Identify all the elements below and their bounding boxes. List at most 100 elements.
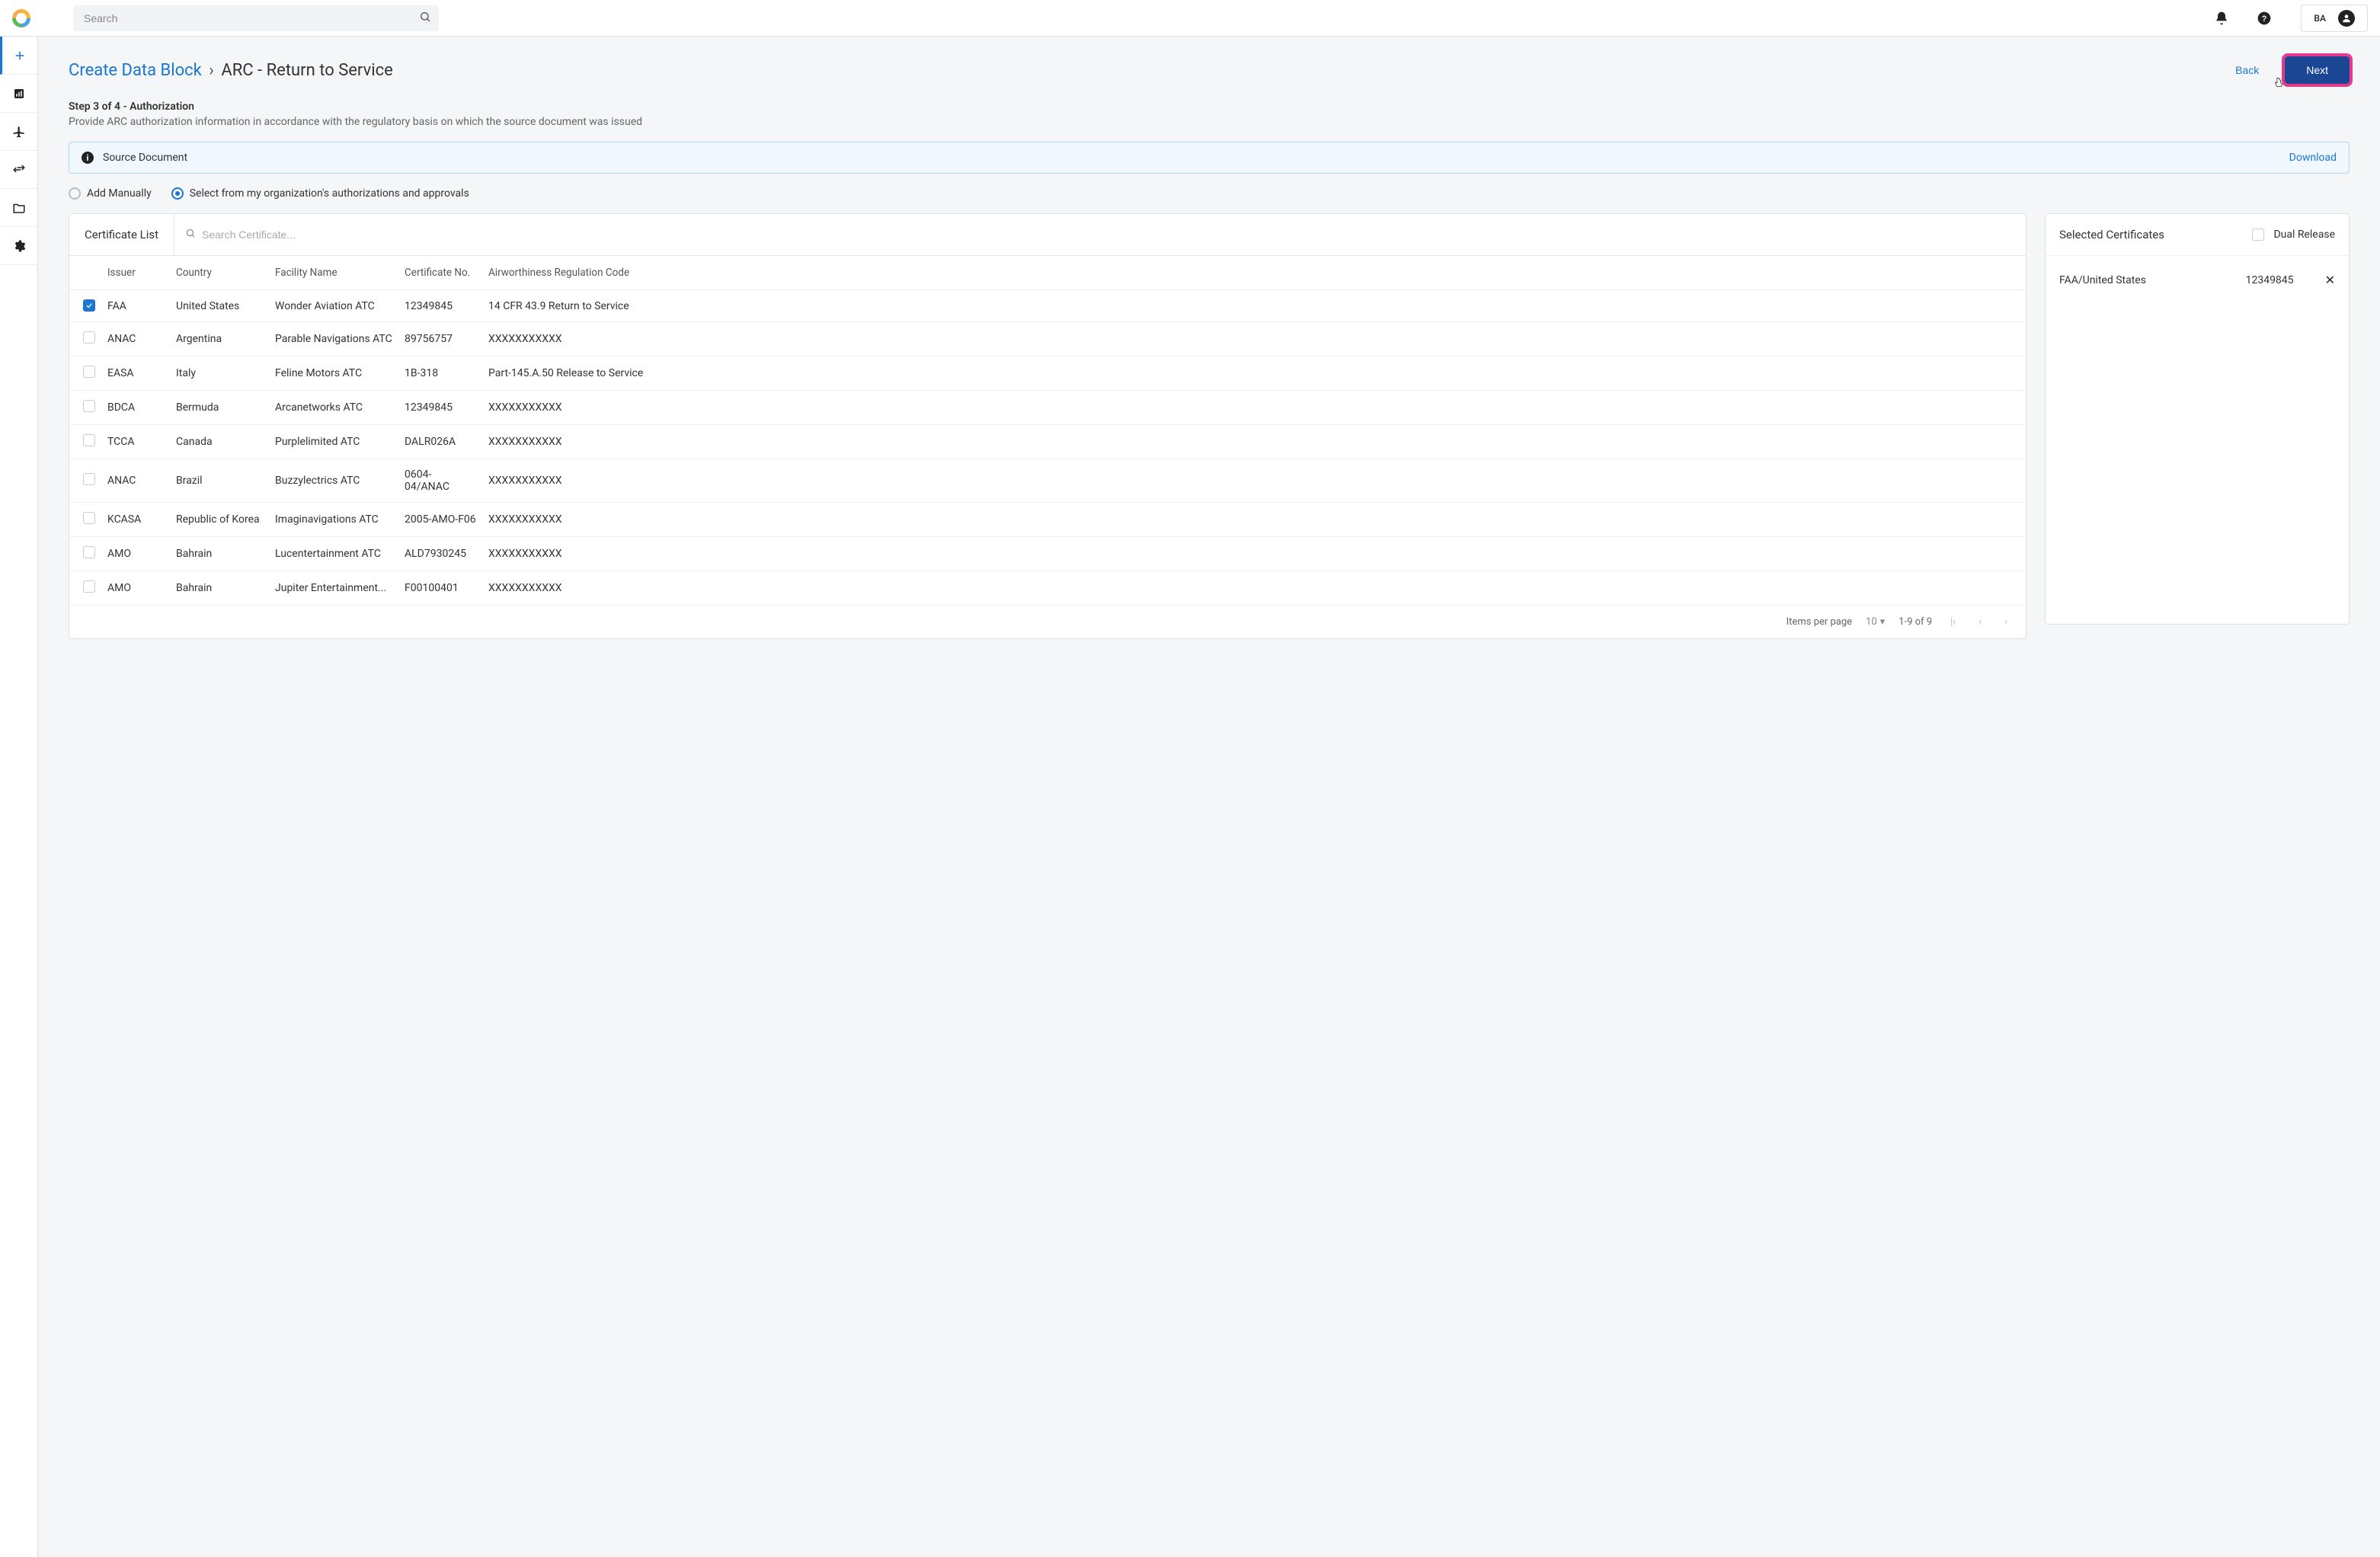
cell-facility: Wonder Aviation ATC bbox=[269, 290, 398, 322]
cell-issuer: AMO bbox=[101, 571, 170, 606]
first-page-button[interactable]: |‹ bbox=[1946, 615, 1960, 629]
certificate-list-panel: Certificate List Issuer bbox=[69, 213, 2027, 639]
breadcrumb-separator: › bbox=[209, 61, 214, 80]
main-content: Create Data Block › ARC - Return to Serv… bbox=[38, 37, 2380, 1557]
global-search bbox=[73, 5, 439, 31]
items-per-page-select[interactable]: 10 ▾ bbox=[1866, 616, 1885, 628]
info-icon: i bbox=[82, 152, 94, 164]
user-initials: BA bbox=[2314, 13, 2326, 24]
cell-facility: Buzzylectrics ATC bbox=[269, 459, 398, 503]
table-row[interactable]: BDCABermudaArcanetworks ATC12349845XXXXX… bbox=[69, 391, 2026, 425]
sidenav-item-transfer[interactable] bbox=[0, 151, 37, 189]
radio-select-from-org[interactable]: Select from my organization's authorizat… bbox=[171, 187, 469, 200]
cell-country: Bahrain bbox=[170, 571, 269, 606]
radio-add-manually[interactable]: Add Manually bbox=[69, 187, 152, 200]
cell-cert-no: 1B-318 bbox=[398, 356, 482, 391]
items-per-page-label: Items per page bbox=[1787, 616, 1852, 628]
cell-cert-no: DALR026A bbox=[398, 425, 482, 459]
sidenav bbox=[0, 37, 38, 1557]
help-icon[interactable]: ? bbox=[2257, 11, 2272, 26]
topbar: ? BA bbox=[0, 0, 2380, 37]
back-button[interactable]: Back bbox=[2225, 56, 2270, 84]
cell-arc: XXXXXXXXXXX bbox=[482, 537, 2026, 571]
certificate-search-input[interactable] bbox=[202, 229, 2015, 241]
cell-country: Brazil bbox=[170, 459, 269, 503]
cell-country: Canada bbox=[170, 425, 269, 459]
table-row[interactable]: FAAUnited StatesWonder Aviation ATC12349… bbox=[69, 290, 2026, 322]
cell-facility: Imaginavigations ATC bbox=[269, 503, 398, 537]
next-page-button[interactable]: › bbox=[2000, 615, 2012, 629]
cell-facility: Parable Navigations ATC bbox=[269, 322, 398, 356]
bell-icon[interactable] bbox=[2214, 11, 2229, 26]
table-row[interactable]: AMOBahrainJupiter Entertainment...F00100… bbox=[69, 571, 2026, 606]
sidenav-item-settings[interactable] bbox=[0, 227, 37, 265]
row-checkbox[interactable] bbox=[83, 366, 95, 378]
avatar-icon bbox=[2338, 10, 2355, 27]
row-checkbox[interactable] bbox=[83, 546, 95, 558]
table-row[interactable]: KCASARepublic of KoreaImaginavigations A… bbox=[69, 503, 2026, 537]
row-checkbox[interactable] bbox=[83, 299, 95, 312]
cell-cert-no: 12349845 bbox=[398, 391, 482, 425]
cell-issuer: KCASA bbox=[101, 503, 170, 537]
banner-label: Source Document bbox=[103, 152, 187, 164]
cell-issuer: EASA bbox=[101, 356, 170, 391]
table-row[interactable]: ANACArgentinaParable Navigations ATC8975… bbox=[69, 322, 2026, 356]
row-checkbox[interactable] bbox=[83, 434, 95, 446]
row-checkbox[interactable] bbox=[83, 512, 95, 524]
row-checkbox[interactable] bbox=[83, 331, 95, 344]
cell-facility: Lucentertainment ATC bbox=[269, 537, 398, 571]
next-button[interactable]: Next bbox=[2285, 56, 2350, 84]
cell-arc: XXXXXXXXXXX bbox=[482, 571, 2026, 606]
table-row[interactable]: ANACBrazilBuzzylectrics ATC0604-04/ANACX… bbox=[69, 459, 2026, 503]
search-icon[interactable] bbox=[419, 11, 431, 26]
prev-page-button[interactable]: ‹ bbox=[1974, 615, 1986, 629]
row-checkbox[interactable] bbox=[83, 473, 95, 485]
selected-cert-name: FAA/United States bbox=[2059, 274, 2235, 286]
breadcrumb-link[interactable]: Create Data Block bbox=[69, 61, 202, 80]
cell-facility: Purplelimited ATC bbox=[269, 425, 398, 459]
chevron-down-icon: ▾ bbox=[1880, 616, 1886, 628]
cell-issuer: ANAC bbox=[101, 322, 170, 356]
col-issuer: Issuer bbox=[101, 256, 170, 290]
remove-selected-button[interactable]: ✕ bbox=[2325, 273, 2335, 287]
app-logo bbox=[12, 9, 30, 27]
cell-issuer: ANAC bbox=[101, 459, 170, 503]
cell-facility: Jupiter Entertainment... bbox=[269, 571, 398, 606]
sidenav-item-folder[interactable] bbox=[0, 189, 37, 227]
source-document-banner: i Source Document Download bbox=[69, 142, 2350, 174]
cell-country: Bermuda bbox=[170, 391, 269, 425]
sidenav-item-aircraft[interactable] bbox=[0, 113, 37, 151]
breadcrumb: Create Data Block › ARC - Return to Serv… bbox=[69, 61, 393, 80]
cell-cert-no: 12349845 bbox=[398, 290, 482, 322]
download-link[interactable]: Download bbox=[2289, 152, 2337, 164]
col-country: Country bbox=[170, 256, 269, 290]
row-checkbox[interactable] bbox=[83, 400, 95, 412]
certificate-list-title: Certificate List bbox=[69, 214, 174, 255]
svg-text:?: ? bbox=[2262, 14, 2267, 24]
cell-issuer: AMO bbox=[101, 537, 170, 571]
page-range: 1-9 of 9 bbox=[1899, 616, 1932, 628]
cell-arc: 14 CFR 43.9 Return to Service bbox=[482, 290, 2026, 322]
search-input[interactable] bbox=[73, 5, 439, 31]
dual-release-checkbox[interactable] bbox=[2252, 229, 2264, 241]
table-row[interactable]: TCCACanadaPurplelimited ATCDALR026AXXXXX… bbox=[69, 425, 2026, 459]
cell-cert-no: ALD7930245 bbox=[398, 537, 482, 571]
selected-cert-number: 12349845 bbox=[2246, 274, 2314, 286]
table-row[interactable]: AMOBahrainLucentertainment ATCALD7930245… bbox=[69, 537, 2026, 571]
cell-cert-no: 2005-AMO-F06 bbox=[398, 503, 482, 537]
user-badge[interactable]: BA bbox=[2301, 5, 2368, 32]
radio-add-manually-label: Add Manually bbox=[87, 187, 152, 200]
cell-country: Republic of Korea bbox=[170, 503, 269, 537]
cell-cert-no: 0604-04/ANAC bbox=[398, 459, 482, 503]
step-description: Provide ARC authorization information in… bbox=[69, 116, 2350, 128]
table-row[interactable]: EASAItalyFeline Motors ATC1B-318Part-145… bbox=[69, 356, 2026, 391]
col-arc: Airworthiness Regulation Code bbox=[482, 256, 2026, 290]
radio-select-from-org-label: Select from my organization's authorizat… bbox=[190, 187, 469, 200]
selected-certificates-panel: Selected Certificates Dual Release FAA/U… bbox=[2045, 213, 2350, 625]
breadcrumb-current: ARC - Return to Service bbox=[221, 61, 392, 80]
sidenav-item-create[interactable] bbox=[0, 37, 37, 75]
row-checkbox[interactable] bbox=[83, 580, 95, 593]
sidenav-item-dashboard[interactable] bbox=[0, 75, 37, 113]
col-cert-no: Certificate No. bbox=[398, 256, 482, 290]
cell-issuer: FAA bbox=[101, 290, 170, 322]
